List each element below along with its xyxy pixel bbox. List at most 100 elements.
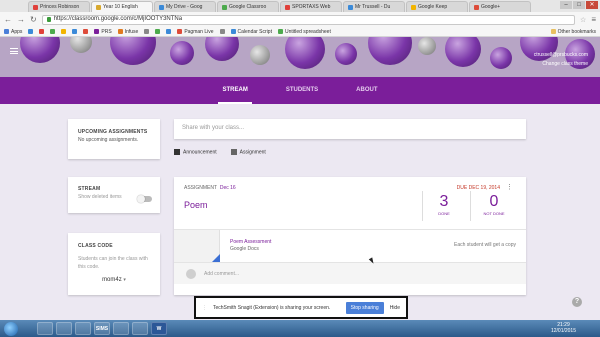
announcement-button[interactable]: Announcement xyxy=(174,149,217,155)
browser-tab[interactable]: SPORTAXS Web xyxy=(280,1,342,12)
tab-favicon-icon xyxy=(285,4,290,10)
avatar xyxy=(186,269,196,279)
browser-tab-active[interactable]: Year 10 English xyxy=(91,1,153,12)
bookmark-untitled-spreadsheet[interactable]: Untitled spreadsheet xyxy=(277,29,331,35)
back-arrow-icon[interactable]: ← xyxy=(4,15,12,24)
bookmark-item[interactable] xyxy=(28,29,34,34)
bookmark-item[interactable] xyxy=(50,29,56,34)
browser-tab[interactable]: Google+ xyxy=(469,1,531,12)
assignment-card: ASSIGNMENT Dec 16 DUE DEC 19, 2014 ⋮ Poe… xyxy=(174,177,526,295)
done-stat[interactable]: 3 DONE xyxy=(424,193,464,216)
share-box[interactable]: Share with your class... xyxy=(174,119,526,139)
not-done-stat[interactable]: 0 NOT DONE xyxy=(474,193,514,216)
stop-sharing-button[interactable]: Stop sharing xyxy=(345,301,384,314)
tab-stream[interactable]: STREAM xyxy=(218,77,252,104)
tab-favicon-icon xyxy=(411,4,416,10)
reload-icon[interactable]: ↻ xyxy=(30,15,37,24)
bookmark-item[interactable] xyxy=(39,29,45,34)
close-window-button[interactable]: ✕ xyxy=(586,1,598,9)
drag-handle-icon[interactable]: ⋮ xyxy=(202,305,207,311)
divider xyxy=(422,191,423,221)
bookmark-other[interactable]: Other bookmarks xyxy=(550,29,596,35)
tab-favicon-icon xyxy=(474,4,479,10)
due-date: DUE DEC 19, 2014 xyxy=(456,185,500,191)
url-input[interactable]: https://classroom.google.com/c/MjIOOTY3N… xyxy=(41,14,576,25)
theme-ball-image xyxy=(170,41,194,65)
minimize-button[interactable]: – xyxy=(560,1,572,9)
taskbar-sims-icon[interactable]: SIMS xyxy=(94,322,110,335)
browser-tab[interactable]: Mr Trussell - Du xyxy=(343,1,405,12)
bookmark-item[interactable] xyxy=(83,29,89,34)
bookmark-favicon-icon xyxy=(155,29,161,34)
comment-row: Add comment... xyxy=(174,262,526,284)
attachment-title[interactable]: Poem Assessment xyxy=(230,239,271,245)
more-options-icon[interactable]: ⋮ xyxy=(506,183,513,191)
theme-ball-image xyxy=(20,37,60,63)
bookmark-favicon-icon xyxy=(83,29,89,34)
browser-tab[interactable]: Google Classroo xyxy=(217,1,279,12)
browser-tab-bar: Princes Robinson Year 10 English My Driv… xyxy=(0,0,600,12)
attachment[interactable]: Poem Assessment Google Docs Each student… xyxy=(174,229,526,263)
class-theme-banner xyxy=(0,37,600,77)
lock-icon xyxy=(46,17,51,22)
taskbar-media-icon[interactable] xyxy=(56,322,72,335)
divider xyxy=(470,191,471,221)
bookmark-item[interactable] xyxy=(155,29,161,34)
tab-favicon-icon xyxy=(348,4,353,10)
hide-button[interactable]: Hide xyxy=(390,305,400,311)
bookmark-favicon-icon xyxy=(166,29,172,34)
bookmark-item[interactable] xyxy=(219,29,225,34)
bookmark-favicon-icon xyxy=(219,29,225,34)
comment-input[interactable]: Add comment... xyxy=(204,271,239,277)
tab-about[interactable]: ABOUT xyxy=(352,77,381,104)
announcement-icon xyxy=(174,149,180,155)
forward-arrow-icon[interactable]: → xyxy=(17,15,25,24)
class-code-value[interactable]: mom4z ▾ xyxy=(78,277,150,283)
bookmark-star-icon[interactable]: ☆ xyxy=(580,16,586,24)
bookmark-calendar-script[interactable]: Calendar Script xyxy=(230,29,272,35)
post-type-row: Announcement Assignment xyxy=(174,149,266,155)
assignment-icon xyxy=(230,149,237,155)
bookmark-infuse[interactable]: Infuse xyxy=(117,29,138,35)
browser-tab[interactable]: Google Keep xyxy=(406,1,468,12)
google-docs-icon xyxy=(212,254,220,262)
bookmark-prs[interactable]: PRS xyxy=(94,29,112,35)
tab-students[interactable]: STUDENTS xyxy=(282,77,322,104)
screen-share-bar: ⋮ TechSmith Snagit (Extension) is sharin… xyxy=(194,296,408,319)
maximize-button[interactable]: □ xyxy=(573,1,585,9)
change-theme-link[interactable]: Change class theme xyxy=(534,60,588,69)
bookmark-item[interactable] xyxy=(144,29,150,34)
bookmark-favicon-icon xyxy=(72,29,78,34)
bookmark-item[interactable] xyxy=(61,29,67,34)
help-icon[interactable]: ? xyxy=(572,297,582,307)
taskbar-app-icon[interactable] xyxy=(132,322,148,335)
bookmark-pagman[interactable]: Pagman Live xyxy=(177,29,214,35)
not-done-label: NOT DONE xyxy=(483,211,505,216)
user-email: ctrussell@prsbucks.com xyxy=(533,52,588,58)
tab-favicon-icon xyxy=(96,4,101,10)
copy-note: Each student will get a copy xyxy=(454,242,516,248)
taskbar-folder-icon[interactable] xyxy=(75,322,91,335)
bookmark-favicon-icon xyxy=(177,29,183,34)
assignment-button[interactable]: Assignment xyxy=(230,149,266,155)
bookmark-apps[interactable]: Apps xyxy=(4,29,22,35)
taskbar-explorer-icon[interactable] xyxy=(37,322,53,335)
start-button[interactable] xyxy=(4,321,18,336)
tab-favicon-icon xyxy=(159,4,164,10)
bookmark-favicon-icon xyxy=(144,29,150,34)
assignment-title[interactable]: Poem xyxy=(184,200,208,210)
browser-tab[interactable]: My Drive - Goog xyxy=(154,1,216,12)
bookmark-favicon-icon xyxy=(117,29,123,34)
browser-tab[interactable]: Princes Robinson xyxy=(28,1,90,12)
bookmark-item[interactable] xyxy=(72,29,78,34)
user-account[interactable]: ctrussell@prsbucks.com Change class them… xyxy=(534,51,588,69)
clock-date: 12/01/2015 xyxy=(550,328,576,334)
show-deleted-toggle[interactable] xyxy=(137,195,152,203)
taskbar-chrome-icon[interactable] xyxy=(113,322,129,335)
taskbar-word-icon[interactable]: W xyxy=(151,322,167,335)
system-clock[interactable]: 21:29 12/01/2015 xyxy=(551,322,576,334)
main-menu-icon[interactable] xyxy=(10,48,18,54)
bookmark-favicon-icon xyxy=(39,29,45,34)
bookmark-item[interactable] xyxy=(166,29,172,34)
menu-icon[interactable]: ≡ xyxy=(591,15,596,24)
